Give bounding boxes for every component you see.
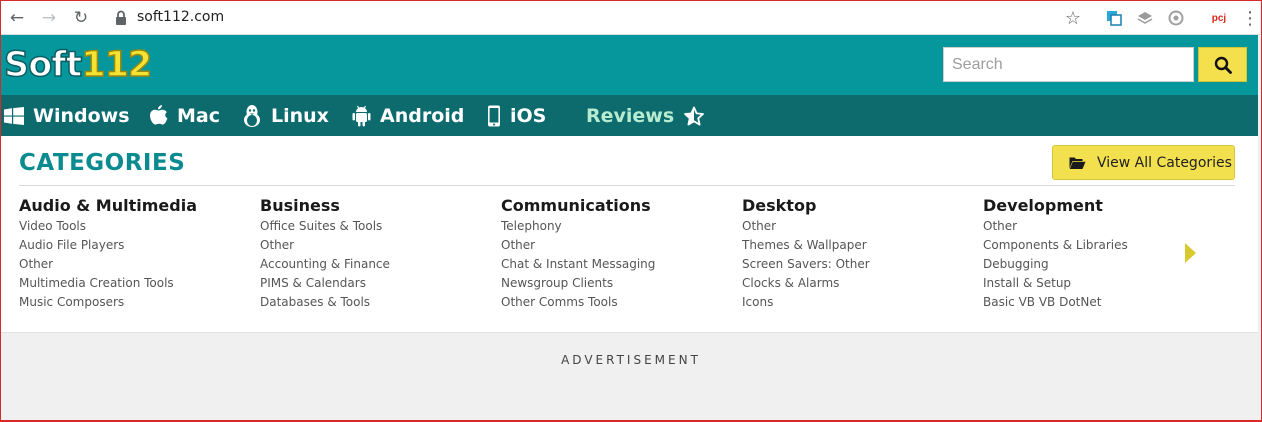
- extension-button-1[interactable]: [1103, 7, 1125, 29]
- forward-arrow-icon: →: [41, 8, 57, 28]
- view-all-categories-label: View All Categories: [1097, 154, 1232, 171]
- nav-item-linux[interactable]: Linux: [242, 95, 329, 136]
- star-outline-icon: ☆: [1064, 7, 1082, 29]
- android-icon: [352, 105, 371, 126]
- apple-icon: [150, 104, 168, 125]
- phone-icon: [488, 105, 500, 126]
- back-button[interactable]: ←: [5, 6, 29, 30]
- logo-number-text: 112: [80, 44, 153, 86]
- category-link[interactable]: PIMS & Calendars: [260, 274, 495, 293]
- category-column: Desktop Other Themes & Wallpaper Screen …: [742, 195, 977, 312]
- site-header: Soft112: [1, 35, 1258, 95]
- nav-label-linux: Linux: [271, 104, 329, 127]
- advertisement-label: ADVERTISEMENT: [561, 353, 701, 367]
- logo-soft-text: Soft: [3, 44, 83, 86]
- section-divider: [19, 185, 1235, 186]
- category-link[interactable]: Other: [501, 236, 736, 255]
- nav-item-ios[interactable]: iOS: [487, 95, 546, 136]
- forward-button[interactable]: →: [37, 6, 61, 30]
- view-all-categories-button[interactable]: View All Categories: [1052, 145, 1235, 180]
- category-link[interactable]: Install & Setup: [983, 274, 1218, 293]
- windows-icon: [4, 106, 24, 125]
- kebab-menu-icon: ⋮: [1241, 7, 1259, 29]
- browser-toolbar: ← → ↻ soft112.com ☆ pcj ⋮: [1, 1, 1260, 35]
- nav-label-android: Android: [380, 104, 465, 127]
- category-column: Development Other Components & Libraries…: [983, 195, 1218, 312]
- extension-button-3[interactable]: [1165, 7, 1187, 29]
- nav-item-reviews[interactable]: Reviews: [586, 95, 705, 136]
- folder-open-icon: [1069, 157, 1086, 169]
- category-heading[interactable]: Communications: [501, 195, 736, 217]
- nav-label-mac: Mac: [177, 104, 220, 127]
- categories-panel: CATEGORIES View All Categories Audio & M…: [1, 136, 1258, 333]
- nav-item-windows[interactable]: Windows: [4, 95, 130, 136]
- category-link[interactable]: Other: [19, 255, 254, 274]
- reload-button[interactable]: ↻: [69, 6, 93, 30]
- category-heading[interactable]: Development: [983, 195, 1218, 217]
- category-column: Communications Telephony Other Chat & In…: [501, 195, 736, 312]
- category-column: Audio & Multimedia Video Tools Audio Fil…: [19, 195, 254, 312]
- category-heading[interactable]: Business: [260, 195, 495, 217]
- pcj-extension-button[interactable]: pcj: [1208, 7, 1230, 29]
- category-column: Business Office Suites & Tools Other Acc…: [260, 195, 495, 312]
- nav-label-windows: Windows: [33, 104, 130, 127]
- category-link[interactable]: Multimedia Creation Tools: [19, 274, 254, 293]
- category-link[interactable]: Chat & Instant Messaging: [501, 255, 736, 274]
- nav-label-ios: iOS: [510, 104, 547, 127]
- category-link[interactable]: Themes & Wallpaper: [742, 236, 977, 255]
- category-link[interactable]: Debugging: [983, 255, 1218, 274]
- lock-icon: [116, 10, 126, 25]
- search-input[interactable]: [943, 47, 1194, 82]
- category-link[interactable]: Components & Libraries: [983, 236, 1218, 255]
- categories-title: CATEGORIES: [19, 150, 186, 176]
- nav-item-mac[interactable]: Mac: [149, 95, 220, 136]
- extension-button-2[interactable]: [1134, 7, 1156, 29]
- category-link[interactable]: Audio File Players: [19, 236, 254, 255]
- layers-icon: [1137, 12, 1153, 24]
- browser-menu-button[interactable]: ⋮: [1239, 7, 1261, 29]
- category-link[interactable]: Other: [983, 217, 1218, 236]
- category-link[interactable]: Accounting & Finance: [260, 255, 495, 274]
- category-link[interactable]: Other: [260, 236, 495, 255]
- category-heading[interactable]: Desktop: [742, 195, 977, 217]
- circle-extension-icon: [1168, 10, 1184, 26]
- category-link[interactable]: Icons: [742, 293, 977, 312]
- category-link[interactable]: Other: [742, 217, 977, 236]
- nav-label-reviews: Reviews: [586, 104, 675, 127]
- nav-item-android[interactable]: Android: [352, 95, 464, 136]
- category-link[interactable]: Video Tools: [19, 217, 254, 236]
- linux-icon: [244, 104, 260, 127]
- star-icon: [684, 106, 705, 125]
- category-link[interactable]: Databases & Tools: [260, 293, 495, 312]
- reload-icon: ↻: [73, 8, 89, 28]
- category-heading[interactable]: Audio & Multimedia: [19, 195, 254, 217]
- category-link[interactable]: Clocks & Alarms: [742, 274, 977, 293]
- next-categories-arrow-icon[interactable]: [1185, 243, 1196, 263]
- search-button[interactable]: [1198, 47, 1247, 82]
- bookmark-star-button[interactable]: ☆: [1062, 7, 1084, 29]
- back-arrow-icon: ←: [9, 8, 25, 28]
- screen-share-icon: [1107, 11, 1122, 26]
- pcj-extension-label: pcj: [1211, 12, 1227, 24]
- category-link[interactable]: Newsgroup Clients: [501, 274, 736, 293]
- platform-nav-bar: Windows Mac Linux Android iOS Reviews: [1, 95, 1258, 136]
- category-link[interactable]: Basic VB VB DotNet: [983, 293, 1218, 312]
- address-bar-url[interactable]: soft112.com: [137, 9, 224, 25]
- search-icon: [1214, 56, 1232, 74]
- category-link[interactable]: Telephony: [501, 217, 736, 236]
- category-link[interactable]: Screen Savers: Other: [742, 255, 977, 274]
- category-link[interactable]: Music Composers: [19, 293, 254, 312]
- category-link[interactable]: Other Comms Tools: [501, 293, 736, 312]
- category-link[interactable]: Office Suites & Tools: [260, 217, 495, 236]
- site-logo[interactable]: Soft112: [3, 44, 153, 86]
